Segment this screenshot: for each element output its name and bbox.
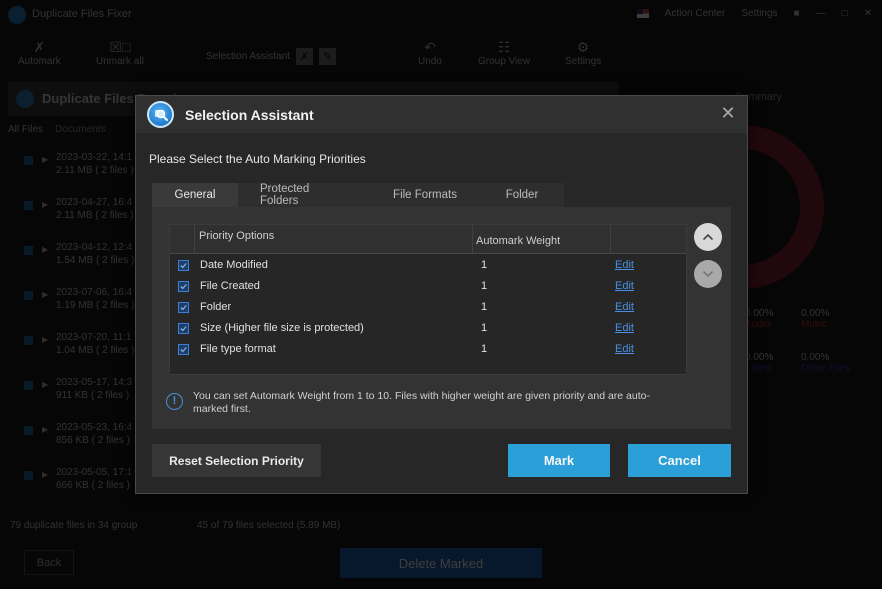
row-weight: 1 (481, 322, 488, 334)
tab-folder[interactable]: Folder (480, 183, 564, 207)
mark-button[interactable]: Mark (508, 444, 610, 477)
chevron-down-icon (702, 270, 714, 278)
row-option: Date Modified (200, 259, 268, 271)
checkmark-icon (180, 347, 187, 353)
cancel-button[interactable]: Cancel (628, 444, 731, 477)
chevron-up-icon (702, 233, 714, 241)
priority-table: Priority Options Automark Weight Date Mo… (169, 224, 687, 375)
row-weight: 1 (481, 343, 488, 355)
checkmark-icon (180, 326, 187, 332)
edit-link[interactable]: Edit (615, 301, 634, 313)
table-row: Folder 1 Edit (170, 297, 686, 318)
move-up-button[interactable] (694, 223, 722, 251)
dialog-subtitle: Please Select the Auto Marking Prioritie… (149, 152, 366, 166)
info-icon: ! (166, 393, 183, 410)
row-option: Size (Higher file size is protected) (200, 322, 364, 334)
row-weight: 1 (481, 259, 488, 271)
row-option: File type format (200, 343, 276, 355)
row-checkbox[interactable] (178, 281, 189, 292)
table-row: Date Modified 1 Edit (170, 255, 686, 276)
column-automark-weight: Automark Weight (472, 225, 610, 254)
edit-link[interactable]: Edit (615, 280, 634, 292)
edit-link[interactable]: Edit (615, 343, 634, 355)
column-priority-options: Priority Options (194, 225, 472, 254)
checkmark-icon (180, 263, 187, 269)
tab-general[interactable]: General (152, 183, 238, 207)
row-option: Folder (200, 301, 232, 313)
column-actions (610, 225, 686, 254)
checkmark-icon (180, 305, 187, 311)
tab-protected-folders[interactable]: Protected Folders (238, 183, 370, 207)
selection-assistant-icon (147, 101, 174, 128)
tab-file-formats[interactable]: File Formats (370, 183, 480, 207)
dialog-title: Selection Assistant (185, 107, 314, 123)
row-checkbox[interactable] (178, 302, 189, 313)
row-checkbox[interactable] (178, 323, 189, 334)
reset-selection-priority-button[interactable]: Reset Selection Priority (152, 444, 321, 477)
row-checkbox[interactable] (178, 344, 189, 355)
table-header: Priority Options Automark Weight (170, 225, 686, 254)
row-option: File Created (200, 280, 260, 292)
edit-link[interactable]: Edit (615, 259, 634, 271)
table-row: File type format 1 Edit (170, 339, 686, 360)
dialog-header: Selection Assistant ✕ (136, 96, 747, 133)
row-weight: 1 (481, 280, 488, 292)
row-weight: 1 (481, 301, 488, 313)
table-row: Size (Higher file size is protected) 1 E… (170, 318, 686, 339)
selection-assistant-dialog: Selection Assistant ✕ Please Select the … (135, 95, 748, 494)
edit-link[interactable]: Edit (615, 322, 634, 334)
info-text: You can set Automark Weight from 1 to 10… (193, 390, 650, 415)
general-tab-panel: Priority Options Automark Weight Date Mo… (152, 207, 731, 429)
move-down-button[interactable] (694, 260, 722, 288)
table-row: File Created 1 Edit (170, 276, 686, 297)
row-checkbox[interactable] (178, 260, 189, 271)
checkmark-icon (180, 284, 187, 290)
close-icon[interactable]: ✕ (719, 104, 737, 122)
priority-tabs: General Protected Folders File Formats F… (152, 183, 564, 207)
